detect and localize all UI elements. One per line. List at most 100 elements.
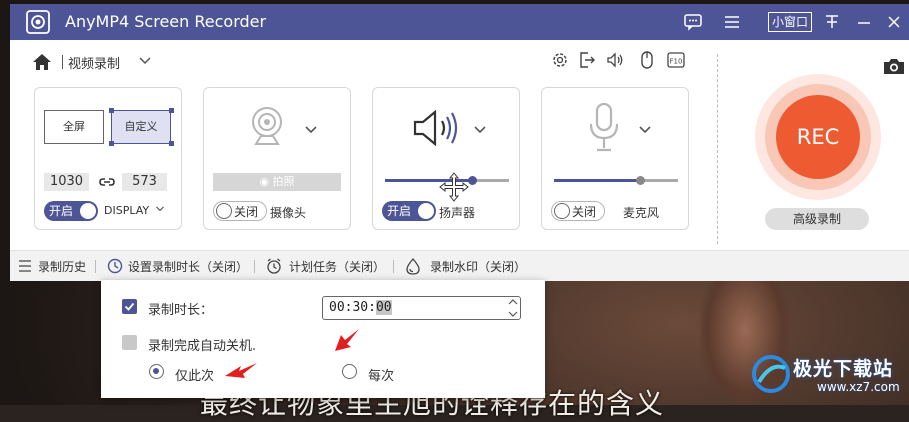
red-arrow-annotation-icon [335,329,359,351]
mouse-icon[interactable] [637,50,657,70]
mini-window-button[interactable]: 小窗口 [768,12,813,32]
recording-watermark-link[interactable]: 录制水印（关闭） [430,258,526,275]
duration-value: 00:30: [329,300,376,315]
once-label: 仅此次 [175,369,215,384]
duration-value-selected: 00 [375,300,392,315]
every-time-radio[interactable] [342,364,357,379]
width-field[interactable]: 1030 [44,173,89,191]
toggle-knob [80,203,96,219]
duration-label: 录制时长： [148,303,214,318]
checkmark-icon [124,302,135,311]
rec-button[interactable]: REC [776,95,860,179]
auto-shutdown-label: 录制完成自动关机. [148,339,257,354]
f10-hotkey-icon[interactable]: F10 [666,50,686,70]
bottom-divider [254,260,255,273]
webcam-toggle-label: 关闭 [234,205,259,219]
app-title: AnyMP4 Screen Recorder [65,12,267,31]
region-handle[interactable] [109,108,114,113]
microphone-toggle[interactable]: 关闭 [551,201,605,221]
toggle-knob [554,203,570,219]
mic-volume-slider[interactable] [554,176,678,185]
watermark-drop-icon[interactable] [405,257,421,275]
set-duration-link[interactable]: 设置录制时长（关闭） [128,258,248,275]
site-watermark: 极光下载站 www.xz7.com [745,350,905,400]
custom-region-label: 自定义 [124,120,158,133]
display-label[interactable]: DISPLAY [104,204,149,217]
watermark-text: 极光下载站 [793,358,894,380]
speaker-icon[interactable] [411,108,463,148]
history-list-icon[interactable] [17,257,33,275]
toggle-knob [216,203,232,219]
toolbar-divider [62,55,63,69]
camera-small-icon: ◉ [259,175,270,188]
chevron-down-icon[interactable] [304,125,318,135]
scheduled-task-link[interactable]: 计划任务（关闭） [289,258,385,275]
duration-checkbox[interactable] [122,299,137,314]
screen-toggle[interactable]: 开启 [44,201,98,221]
webcam-label: 摄像头 [270,206,307,220]
speaker-toggle-label: 开启 [387,204,412,218]
chevron-down-icon[interactable] [138,56,152,66]
toggle-knob [418,203,434,219]
settings-icon[interactable] [550,50,570,70]
menu-icon[interactable] [722,12,742,32]
auto-shutdown-checkbox[interactable] [122,335,137,350]
region-handle[interactable] [169,141,174,146]
mic-volume-knob[interactable] [635,176,645,185]
speaker-volume-knob[interactable] [467,176,477,185]
watermark-url: www.xz7.com [817,380,900,394]
speaker-label: 扬声器 [439,206,476,220]
microphone-label: 麦克风 [623,206,660,220]
chevron-down-icon[interactable] [473,125,487,135]
chat-icon[interactable] [683,12,703,32]
clock-icon[interactable] [107,257,123,275]
speaker-icon[interactable] [605,50,625,70]
red-arrow-annotation-icon [225,363,257,378]
height-field[interactable]: 573 [122,173,167,191]
move-cursor-icon [439,172,469,202]
system-sound-card: 开启 扬声器 [372,87,520,230]
spin-down-icon[interactable] [507,309,519,319]
spin-up-icon[interactable] [507,297,519,307]
mic-volume-fill [554,179,640,182]
region-handle[interactable] [169,108,174,113]
duration-time-input[interactable]: 00:30:00 [322,296,521,320]
full-screen-label: 全屏 [63,120,85,133]
take-photo-label: 拍照 [272,175,295,188]
webcam-toggle[interactable]: 关闭 [213,201,267,221]
duration-popup: 录制时长： 00:30:00 录制完成自动关机. 仅此次 每次 [101,280,545,398]
screen-toggle-label: 开启 [49,204,74,218]
speaker-toggle[interactable]: 开启 [382,201,436,221]
title-bar: AnyMP4 Screen Recorder 小窗口 [10,4,909,40]
minimize-icon[interactable] [854,12,874,32]
once-radio[interactable] [149,364,164,379]
snapshot-camera-icon[interactable] [882,56,906,76]
watermark-logo-icon [752,355,790,393]
full-screen-button[interactable]: 全屏 [44,110,104,144]
custom-region-button[interactable]: 自定义 [111,110,171,144]
take-photo-button[interactable]: ◉ 拍照 [213,173,341,191]
screen-capture-card: 全屏 自定义 1030 573 开启 DISPLAY [34,87,182,230]
recording-history-link[interactable]: 录制历史 [38,258,86,275]
alarm-clock-icon[interactable] [266,257,282,275]
app-window: AnyMP4 Screen Recorder 小窗口 视频录制 F10 全屏 自… [10,4,909,281]
chevron-down-icon[interactable] [638,125,652,135]
recording-mode-label[interactable]: 视频录制 [68,53,120,72]
link-aspect-icon[interactable] [99,176,115,188]
microphone-toggle-label: 关闭 [572,205,597,219]
advanced-recorder-button[interactable]: 高级录制 [765,208,869,230]
region-handle[interactable] [109,141,114,146]
panel-divider [717,54,718,244]
export-icon[interactable] [577,50,597,70]
microphone-icon[interactable] [588,102,620,154]
webcam-icon[interactable] [246,104,288,146]
close-icon[interactable] [884,12,904,32]
microphone-card: 关闭 麦克风 [541,87,689,230]
app-logo-icon [26,10,50,34]
home-icon[interactable] [32,53,52,71]
webcam-card: ◉ 拍照 关闭 摄像头 [203,87,351,230]
bottom-bar: 录制历史 设置录制时长（关闭） 计划任务（关闭） 录制水印（关闭） [10,250,909,281]
chevron-down-icon[interactable] [155,205,165,213]
pin-icon[interactable] [822,12,842,32]
svg-text:F10: F10 [670,58,683,66]
